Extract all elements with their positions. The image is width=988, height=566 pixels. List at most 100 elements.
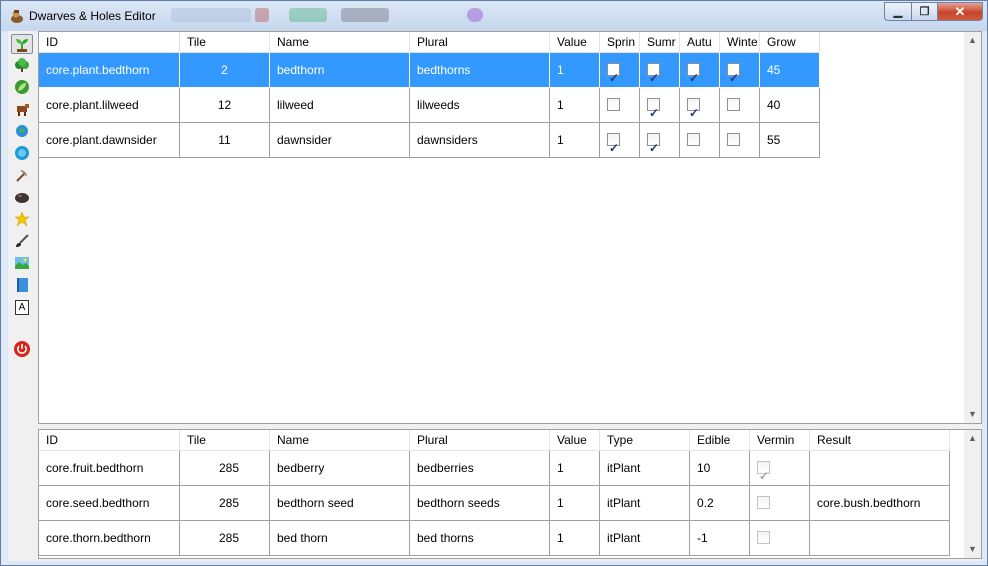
vermin-checkbox[interactable]: [757, 459, 770, 485]
col-header-name[interactable]: Name: [270, 32, 410, 53]
cell-name[interactable]: lilweed: [270, 88, 410, 123]
cell-grow[interactable]: 40: [760, 88, 820, 123]
table-row[interactable]: core.plant.dawnsider 11 dawnsider dawnsi…: [39, 123, 820, 158]
cell-value[interactable]: 1: [550, 486, 600, 521]
scroll-up-arrow-icon[interactable]: ▲: [964, 32, 981, 49]
cell-name[interactable]: bed thorn: [270, 521, 410, 556]
cell-id[interactable]: core.seed.bedthorn: [39, 486, 180, 521]
cell-plural[interactable]: dawnsiders: [410, 123, 550, 158]
vermin-checkbox[interactable]: [757, 531, 770, 545]
brush-tool-button[interactable]: [11, 231, 33, 251]
cell-value[interactable]: 1: [550, 88, 600, 123]
plants-grid[interactable]: ID Tile Name Plural Value Sprin Sumr Aut…: [38, 31, 982, 424]
col-header-edible[interactable]: Edible: [690, 430, 750, 451]
title-bar[interactable]: Dwarves & Holes Editor ▁ ❐ ✕: [1, 1, 987, 31]
summer-checkbox[interactable]: [647, 131, 660, 157]
cell-value[interactable]: 1: [550, 451, 600, 486]
cell-edible[interactable]: 10: [690, 451, 750, 486]
table-row[interactable]: core.seed.bedthorn 285 bedthorn seed bed…: [39, 486, 950, 521]
text-tool-button[interactable]: A: [11, 297, 33, 317]
cell-tile[interactable]: 285: [180, 486, 270, 521]
landscape-tool-button[interactable]: [11, 253, 33, 273]
cell-tile[interactable]: 285: [180, 451, 270, 486]
autumn-checkbox[interactable]: [687, 133, 700, 147]
col-header-value[interactable]: Value: [550, 32, 600, 53]
plants-scrollbar[interactable]: ▲ ▼: [964, 32, 981, 423]
animal-tool-button[interactable]: [11, 99, 33, 119]
cell-result[interactable]: [810, 521, 950, 556]
items-grid[interactable]: ID Tile Name Plural Value Type Edible Ve…: [38, 429, 982, 559]
autumn-checkbox[interactable]: [687, 96, 700, 122]
cell-tile[interactable]: 12: [180, 88, 270, 123]
col-header-winter[interactable]: Winte: [720, 32, 760, 53]
scroll-down-arrow-icon[interactable]: ▼: [964, 406, 981, 423]
cell-type[interactable]: itPlant: [600, 486, 690, 521]
cell-value[interactable]: 1: [550, 123, 600, 158]
table-row[interactable]: core.thorn.bedthorn 285 bed thorn bed th…: [39, 521, 950, 556]
cell-id[interactable]: core.thorn.bedthorn: [39, 521, 180, 556]
cell-tile[interactable]: 11: [180, 123, 270, 158]
col-header-result[interactable]: Result: [810, 430, 950, 451]
cell-plural[interactable]: lilweeds: [410, 88, 550, 123]
summer-checkbox[interactable]: [647, 61, 660, 87]
col-header-autumn[interactable]: Autu: [680, 32, 720, 53]
spring-checkbox[interactable]: [607, 131, 620, 157]
cell-edible[interactable]: 0.2: [690, 486, 750, 521]
cell-edible[interactable]: -1: [690, 521, 750, 556]
col-header-id[interactable]: ID: [39, 32, 180, 53]
cell-plural[interactable]: bedthorn seeds: [410, 486, 550, 521]
leaf-tool-button[interactable]: [11, 77, 33, 97]
autumn-checkbox[interactable]: [687, 61, 700, 87]
col-header-value[interactable]: Value: [550, 430, 600, 451]
minimize-button[interactable]: ▁: [884, 2, 911, 21]
spring-checkbox[interactable]: [607, 61, 620, 87]
cell-id[interactable]: core.plant.lilweed: [39, 88, 180, 123]
cell-plural[interactable]: bedthorns: [410, 53, 550, 88]
scroll-down-arrow-icon[interactable]: ▼: [964, 541, 981, 558]
col-header-grow[interactable]: Grow: [760, 32, 820, 53]
cell-id[interactable]: core.plant.dawnsider: [39, 123, 180, 158]
cell-tile[interactable]: 2: [180, 53, 270, 88]
cell-name[interactable]: bedthorn seed: [270, 486, 410, 521]
summer-checkbox[interactable]: [647, 96, 660, 122]
cell-result[interactable]: [810, 451, 950, 486]
scroll-up-arrow-icon[interactable]: ▲: [964, 430, 981, 447]
exit-tool-button[interactable]: [11, 339, 33, 359]
col-header-id[interactable]: ID: [39, 430, 180, 451]
cell-type[interactable]: itPlant: [600, 451, 690, 486]
book-tool-button[interactable]: [11, 275, 33, 295]
rock-tool-button[interactable]: [11, 187, 33, 207]
winter-checkbox[interactable]: [727, 98, 740, 112]
cell-result[interactable]: core.bush.bedthorn: [810, 486, 950, 521]
cell-name[interactable]: bedthorn: [270, 53, 410, 88]
cell-id[interactable]: core.plant.bedthorn: [39, 53, 180, 88]
cell-value[interactable]: 1: [550, 53, 600, 88]
col-header-type[interactable]: Type: [600, 430, 690, 451]
plant-tool-button[interactable]: [11, 34, 33, 54]
cell-name[interactable]: bedberry: [270, 451, 410, 486]
star-tool-button[interactable]: [11, 209, 33, 229]
winter-checkbox[interactable]: [727, 133, 740, 147]
col-header-name[interactable]: Name: [270, 430, 410, 451]
table-row[interactable]: core.plant.lilweed 12 lilweed lilweeds 1…: [39, 88, 820, 123]
bush-tool-button[interactable]: [11, 55, 33, 75]
pickaxe-tool-button[interactable]: [11, 165, 33, 185]
close-button[interactable]: ✕: [937, 2, 983, 21]
cell-type[interactable]: itPlant: [600, 521, 690, 556]
cell-value[interactable]: 1: [550, 521, 600, 556]
cell-name[interactable]: dawnsider: [270, 123, 410, 158]
col-header-plural[interactable]: Plural: [410, 430, 550, 451]
spring-checkbox[interactable]: [607, 98, 620, 112]
table-row[interactable]: core.plant.bedthorn 2 bedthorn bedthorns…: [39, 53, 820, 88]
table-row[interactable]: core.fruit.bedthorn 285 bedberry bedberr…: [39, 451, 950, 486]
vermin-checkbox[interactable]: [757, 496, 770, 510]
col-header-tile[interactable]: Tile: [180, 32, 270, 53]
col-header-tile[interactable]: Tile: [180, 430, 270, 451]
winter-checkbox[interactable]: [727, 61, 740, 87]
cell-grow[interactable]: 45: [760, 53, 820, 88]
globe-tool-button[interactable]: [11, 121, 33, 141]
col-header-vermin[interactable]: Vermin: [750, 430, 810, 451]
cell-plural[interactable]: bed thorns: [410, 521, 550, 556]
maximize-button[interactable]: ❐: [911, 2, 937, 21]
world-tool-button[interactable]: [11, 143, 33, 163]
